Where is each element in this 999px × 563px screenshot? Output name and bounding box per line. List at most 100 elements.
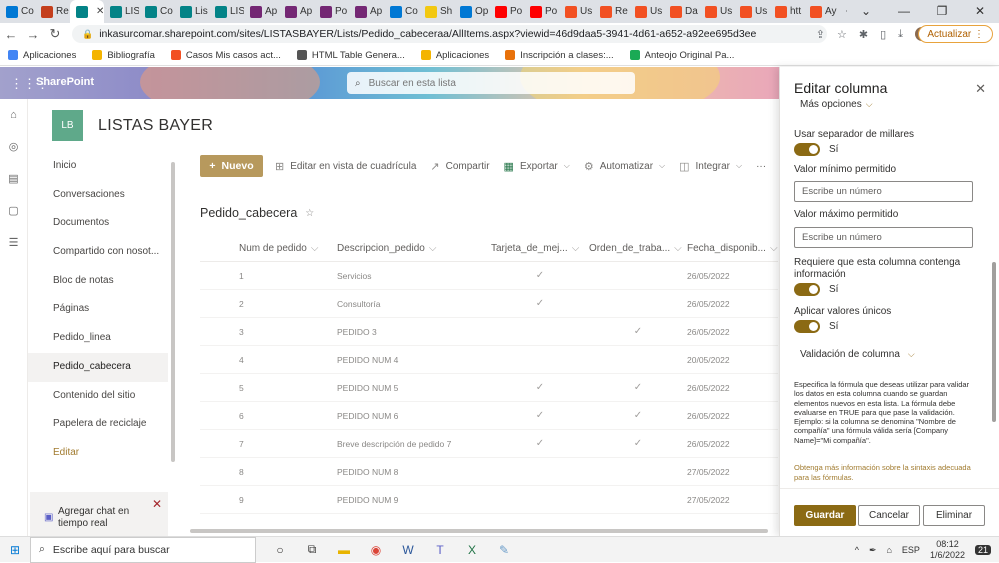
nav-item[interactable]: Papelera de reciclaje <box>28 410 168 439</box>
nav-item[interactable]: Compartido con nosot... <box>28 238 168 267</box>
browser-tab[interactable]: Ap✕ <box>349 0 384 23</box>
lists-icon[interactable]: ☰ <box>0 227 27 259</box>
nav-item[interactable]: Pedido_cabecera <box>28 352 168 382</box>
taskbar-search[interactable]: ⌕ Escribe aquí para buscar <box>30 536 256 563</box>
table-row[interactable]: 5 PEDIDO NUM 5 ✓ ✓ 26/05/2022 <box>200 374 778 402</box>
toggle-switch[interactable] <box>794 143 820 156</box>
site-logo[interactable]: LB <box>52 110 83 141</box>
browser-tab[interactable]: Us✕ <box>699 0 734 23</box>
star-icon[interactable]: ☆ <box>837 28 847 41</box>
unique-toggle[interactable]: Sí <box>794 320 838 333</box>
browser-tab[interactable]: htt✕ <box>769 0 804 23</box>
browser-tab[interactable]: Ay✕ <box>804 0 839 23</box>
toggle-switch[interactable] <box>794 320 820 333</box>
globe-icon[interactable]: ◎ <box>0 131 27 163</box>
browser-tab[interactable]: Sh✕ <box>419 0 454 23</box>
column-header[interactable]: Tarjeta_de_mej... ⌵ <box>491 243 589 254</box>
automate-button[interactable]: ⚙ Automatizar ⌵ <box>584 160 665 173</box>
teams-icon[interactable]: T <box>424 543 456 557</box>
share-icon[interactable]: ⇪ <box>816 28 825 41</box>
browser-tab[interactable]: Us✕ <box>559 0 594 23</box>
bookmark-item[interactable]: HTML Table Genera... <box>296 50 405 61</box>
browser-tab[interactable]: Us✕ <box>734 0 769 23</box>
browser-tab[interactable]: Re✕ <box>35 0 70 23</box>
browser-tab[interactable]: ✕ <box>70 0 104 23</box>
nav-item[interactable]: Editar <box>28 439 168 468</box>
nav-item[interactable]: Conversaciones <box>28 181 168 210</box>
toggle-switch[interactable] <box>794 283 820 296</box>
max-value-input[interactable]: Escribe un número <box>794 227 973 248</box>
more-button[interactable]: ··· <box>756 161 766 172</box>
browser-tab[interactable]: Us✕ <box>629 0 664 23</box>
share-button[interactable]: ↗ Compartir <box>430 160 489 173</box>
close-tab-icon[interactable]: ✕ <box>96 6 104 17</box>
grid-edit-button[interactable]: ⊞ Editar en vista de cuadrícula <box>275 160 416 173</box>
required-toggle[interactable]: Sí <box>794 283 838 296</box>
chrome-icon[interactable]: ◉ <box>360 543 392 557</box>
bookmark-item[interactable]: Anteojo Original Pa... <box>629 50 734 61</box>
table-row[interactable]: 9 PEDIDO NUM 9 27/05/2022 <box>200 486 778 514</box>
download-icon[interactable]: ⤓ <box>898 28 903 41</box>
favorite-icon[interactable]: ☆ <box>305 208 314 219</box>
panel-scrollbar[interactable] <box>990 72 998 492</box>
restore-button[interactable]: ❐ <box>923 0 961 23</box>
browser-tab[interactable]: Po✕ <box>524 0 559 23</box>
column-header[interactable]: Num de pedido ⌵ <box>239 243 337 254</box>
search-box[interactable]: ⌕ Buscar en esta lista <box>347 72 635 94</box>
learn-more-link[interactable]: Obtenga más información sobre la sintaxi… <box>794 463 974 482</box>
nav-item[interactable]: Inicio <box>28 152 168 181</box>
save-button[interactable]: Guardar <box>794 505 856 526</box>
browser-tab[interactable]: Da✕ <box>664 0 699 23</box>
paint-icon[interactable]: ✎ <box>488 543 520 557</box>
nav-item[interactable]: Documentos <box>28 209 168 238</box>
browser-tab[interactable]: Co✕ <box>139 0 174 23</box>
home-icon[interactable]: ⌂ <box>0 99 27 131</box>
browser-tab[interactable]: Re✕ <box>594 0 629 23</box>
browser-tab[interactable]: Ap✕ <box>279 0 314 23</box>
reload-icon[interactable]: ↻ <box>44 26 66 42</box>
thousands-toggle[interactable]: Sí <box>794 143 838 156</box>
word-icon[interactable]: W <box>392 543 424 557</box>
chat-promo[interactable]: ▣ Agregar chat en tiempo real ✕ <box>30 492 168 536</box>
site-title[interactable]: LISTAS BAYER <box>98 117 213 135</box>
table-row[interactable]: 4 PEDIDO NUM 4 20/05/2022 <box>200 346 778 374</box>
browser-tab[interactable]: LIS✕ <box>104 0 139 23</box>
nav-item[interactable]: Contenido del sitio <box>28 382 168 411</box>
browser-tab[interactable]: LIS✕ <box>209 0 244 23</box>
browser-tab[interactable]: Ap✕ <box>244 0 279 23</box>
browser-tab[interactable]: Lis✕ <box>174 0 209 23</box>
back-icon[interactable]: ← <box>0 27 22 42</box>
chevron-up-icon[interactable]: ^ <box>855 545 859 555</box>
delete-button[interactable]: Eliminar <box>923 505 985 526</box>
table-row[interactable]: 6 PEDIDO NUM 6 ✓ ✓ 26/05/2022 <box>200 402 778 430</box>
bookmark-item[interactable]: Aplicaciones <box>8 50 76 61</box>
column-header[interactable]: Fecha_disponib... ⌵ <box>687 243 778 254</box>
export-button[interactable]: ▦ Exportar ⌵ <box>504 160 570 173</box>
table-row[interactable]: 2 Consultoría ✓ 26/05/2022 <box>200 290 778 318</box>
update-button[interactable]: Actualizar ⋮ <box>918 25 993 43</box>
pen-icon[interactable]: ✒ <box>869 545 877 556</box>
close-window-button[interactable]: ✕ <box>961 0 999 23</box>
list-title-text[interactable]: Pedido_cabecera <box>200 206 297 220</box>
min-value-input[interactable]: Escribe un número <box>794 181 973 202</box>
nav-item[interactable]: Pedido_linea <box>28 324 168 353</box>
close-icon[interactable]: ✕ <box>152 497 162 511</box>
language-indicator[interactable]: ESP <box>902 545 920 555</box>
minimize-button[interactable]: — <box>885 0 923 23</box>
clock[interactable]: 08:12 1/6/2022 <box>930 539 965 561</box>
grid-horizontal-scrollbar[interactable] <box>190 527 770 535</box>
url-field[interactable]: 🔒 inkasurcomar.sharepoint.com/sites/LIST… <box>72 25 827 43</box>
forward-icon[interactable]: → <box>22 27 44 42</box>
bookmark-item[interactable]: Bibliografía <box>92 50 155 61</box>
table-row[interactable]: 1 Servicios ✓ 26/05/2022 <box>200 262 778 290</box>
extensions-icon[interactable]: ✱ <box>859 28 868 41</box>
nav-scrollbar[interactable] <box>168 152 178 536</box>
browser-tab[interactable]: Co✕ <box>0 0 35 23</box>
column-header[interactable]: Orden_de_traba... ⌵ <box>589 243 687 254</box>
table-row[interactable]: 7 Breve descripción de pedido 7 ✓ ✓ 26/05/20… <box>200 430 778 458</box>
task-view-icon[interactable]: ⧉ <box>296 542 328 557</box>
browser-tab[interactable]: Po✕ <box>489 0 524 23</box>
bookmark-item[interactable]: Inscripción a clases:... <box>505 50 614 61</box>
bookmark-item[interactable]: Casos Mis casos act... <box>170 50 281 61</box>
browser-tab[interactable]: Po✕ <box>314 0 349 23</box>
